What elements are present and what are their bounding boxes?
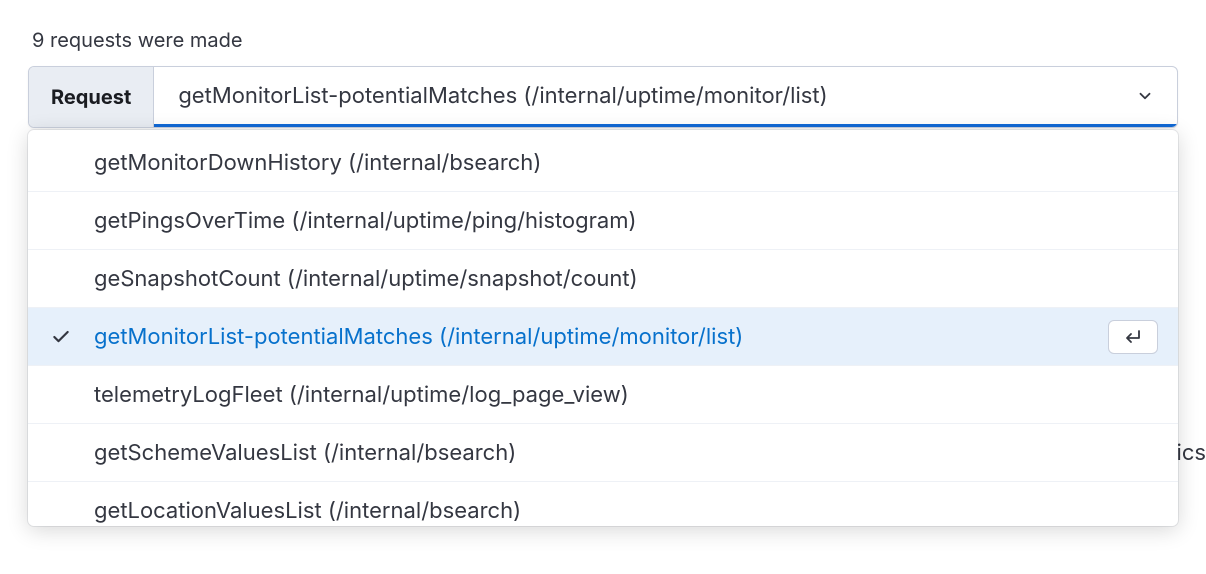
chevron-down-icon: [1135, 86, 1155, 106]
status-text: 9 requests were made: [32, 28, 1178, 52]
enter-key-icon: [1108, 320, 1158, 354]
select-value-area[interactable]: getMonitorList-potentialMatches (/intern…: [154, 67, 1177, 127]
dropdown-option-label: getLocationValuesList (/internal/bsearch…: [94, 498, 521, 524]
dropdown-option-label: getPingsOverTime (/internal/uptime/ping/…: [94, 208, 637, 234]
background-text-fragment: ics: [1176, 440, 1206, 466]
request-dropdown: getMonitorDownHistory (/internal/bsearch…: [28, 130, 1178, 526]
dropdown-option[interactable]: getMonitorDownHistory (/internal/bsearch…: [28, 134, 1178, 192]
dropdown-option-label: getSchemeValuesList (/internal/bsearch): [94, 440, 516, 466]
request-select[interactable]: Request getMonitorList-potentialMatches …: [28, 66, 1178, 128]
dropdown-option-label: geSnapshotCount (/internal/uptime/snapsh…: [94, 266, 638, 292]
check-icon: [50, 326, 72, 348]
dropdown-scroll[interactable]: getMonitorDownHistory (/internal/bsearch…: [28, 130, 1178, 526]
dropdown-option[interactable]: geSnapshotCount (/internal/uptime/snapsh…: [28, 250, 1178, 308]
dropdown-option[interactable]: getLocationValuesList (/internal/bsearch…: [28, 482, 1178, 526]
dropdown-option[interactable]: getMonitorList-potentialMatches (/intern…: [28, 308, 1178, 366]
select-prefix-label: Request: [29, 67, 154, 127]
dropdown-option-label: telemetryLogFleet (/internal/uptime/log_…: [94, 382, 629, 408]
select-current-value: getMonitorList-potentialMatches (/intern…: [178, 83, 827, 109]
dropdown-option[interactable]: getPingsOverTime (/internal/uptime/ping/…: [28, 192, 1178, 250]
dropdown-option-label: getMonitorDownHistory (/internal/bsearch…: [94, 150, 541, 176]
dropdown-option[interactable]: telemetryLogFleet (/internal/uptime/log_…: [28, 366, 1178, 424]
dropdown-option-label: getMonitorList-potentialMatches (/intern…: [94, 324, 743, 350]
dropdown-option[interactable]: getSchemeValuesList (/internal/bsearch): [28, 424, 1178, 482]
